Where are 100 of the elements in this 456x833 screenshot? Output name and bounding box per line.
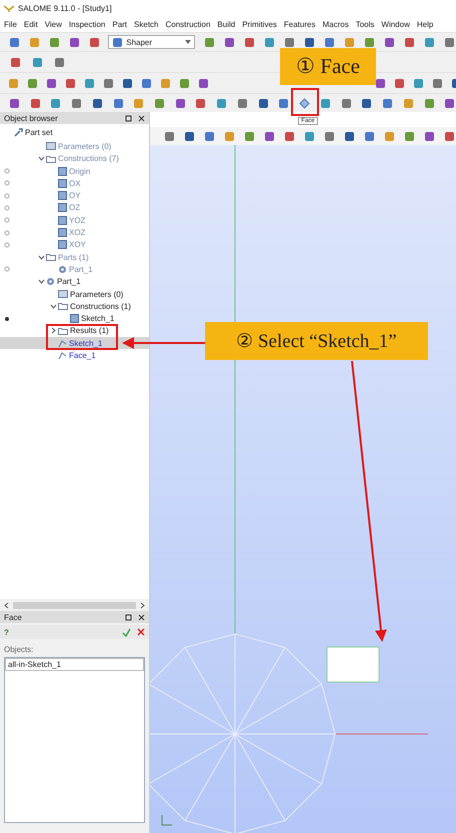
tool-icon[interactable] <box>404 36 416 48</box>
tool-icon[interactable] <box>304 130 314 142</box>
tool-icon[interactable] <box>394 78 405 88</box>
tool-icon[interactable] <box>195 98 206 108</box>
tree-row[interactable]: Part_1 <box>0 263 149 276</box>
menu-item[interactable]: Tools <box>356 20 374 29</box>
tree-row[interactable]: Part_1 <box>0 276 149 288</box>
tree-row[interactable]: Part set <box>0 126 149 138</box>
tool-icon[interactable] <box>444 98 456 108</box>
tool-icon[interactable] <box>92 98 103 108</box>
tool-icon[interactable] <box>278 98 290 108</box>
tool-icon[interactable] <box>424 36 436 48</box>
tree-row[interactable]: Constructions (7) <box>0 152 149 165</box>
menu-item[interactable]: Help <box>416 20 434 29</box>
tool-icon[interactable] <box>384 36 396 48</box>
face-tool-icon[interactable] <box>299 98 310 108</box>
chevron-down-icon[interactable] <box>38 278 44 286</box>
tree-row[interactable]: Sketch_1 <box>0 312 149 325</box>
tree-row[interactable]: XOZ <box>0 226 149 239</box>
tool-icon[interactable] <box>216 98 228 108</box>
menu-item[interactable]: Part <box>112 20 128 29</box>
close-icon[interactable] <box>137 628 145 636</box>
tree-row[interactable]: Constructions (1) <box>0 300 149 312</box>
chevron-down-icon[interactable] <box>50 302 56 310</box>
tool-icon[interactable] <box>284 36 296 48</box>
tool-icon[interactable] <box>46 78 57 88</box>
menu-item[interactable]: Window <box>381 20 410 29</box>
objects-list[interactable]: all-in-Sketch_1 <box>4 657 145 823</box>
tool-icon[interactable] <box>68 36 80 48</box>
tool-icon[interactable] <box>444 36 456 48</box>
tool-icon[interactable] <box>264 130 274 142</box>
tree-row[interactable]: Face_1 <box>0 349 149 362</box>
tool-icon[interactable] <box>304 36 316 48</box>
menu-item[interactable]: Inspection <box>68 20 106 29</box>
tool-icon[interactable] <box>424 130 434 142</box>
menu-item[interactable]: File <box>4 20 17 29</box>
tool-icon[interactable] <box>432 78 443 88</box>
menu-item[interactable]: Features <box>284 20 316 29</box>
module-selector[interactable]: Shaper <box>108 35 196 49</box>
tool-icon[interactable] <box>224 36 235 48</box>
tool-icon[interactable] <box>179 78 190 88</box>
tool-icon[interactable] <box>320 98 331 108</box>
tool-icon[interactable] <box>382 98 394 108</box>
tree-row[interactable]: Parts (1) <box>0 250 149 264</box>
tool-icon[interactable] <box>244 130 254 142</box>
tool-icon[interactable] <box>361 98 372 108</box>
menu-item[interactable]: Sketch <box>134 20 158 29</box>
tool-icon[interactable] <box>244 36 255 48</box>
tool-icon[interactable] <box>32 56 42 68</box>
tool-icon[interactable] <box>122 78 133 88</box>
tool-icon[interactable] <box>27 78 38 88</box>
tool-icon[interactable] <box>404 130 414 142</box>
tool-icon[interactable] <box>88 36 100 48</box>
tool-icon[interactable] <box>198 78 209 88</box>
tool-icon[interactable] <box>164 130 174 142</box>
tool-icon[interactable] <box>30 98 41 108</box>
visibility-icon[interactable] <box>4 316 10 322</box>
tool-icon[interactable] <box>65 78 76 88</box>
tool-icon[interactable] <box>184 130 194 142</box>
list-item[interactable]: all-in-Sketch_1 <box>5 658 144 671</box>
tree-row[interactable]: Results (1) <box>0 324 149 338</box>
menu-item[interactable]: Edit <box>24 20 38 29</box>
tool-icon[interactable] <box>8 36 20 48</box>
tree-row[interactable]: XOY <box>0 238 149 251</box>
tool-icon[interactable] <box>154 98 165 108</box>
chevron-right-icon[interactable] <box>50 327 56 334</box>
chevron-down-icon[interactable] <box>38 254 44 261</box>
tool-icon[interactable] <box>344 130 354 142</box>
menu-item[interactable]: View <box>44 20 62 29</box>
help-button[interactable]: ? <box>4 628 9 636</box>
tree-row[interactable]: OY <box>0 189 149 202</box>
tool-icon[interactable] <box>364 36 376 48</box>
tool-icon[interactable] <box>258 98 269 108</box>
module-icon[interactable] <box>112 36 124 48</box>
tool-icon[interactable] <box>112 98 124 108</box>
tree-row[interactable]: Parameters (0) <box>0 288 149 300</box>
tool-icon[interactable] <box>84 78 95 88</box>
tool-icon[interactable] <box>236 98 248 108</box>
tool-icon[interactable] <box>364 130 374 142</box>
tree-row[interactable]: OX <box>0 177 149 190</box>
close-icon[interactable] <box>138 114 145 122</box>
tool-icon[interactable] <box>204 36 215 48</box>
menu-item[interactable]: Build <box>217 20 236 29</box>
tool-icon[interactable] <box>264 36 276 48</box>
tool-icon[interactable] <box>48 36 60 48</box>
close-icon[interactable] <box>138 614 145 620</box>
tool-icon[interactable] <box>424 98 435 108</box>
menu-item[interactable]: Macros <box>322 20 349 29</box>
float-icon[interactable] <box>125 614 132 620</box>
chevron-right-icon[interactable] <box>140 602 145 608</box>
menu-item[interactable]: Construction <box>166 20 210 29</box>
menu-item[interactable]: Primitives <box>242 20 277 29</box>
tool-icon[interactable] <box>340 98 352 108</box>
tool-icon[interactable] <box>204 130 214 142</box>
tool-icon[interactable] <box>174 98 186 108</box>
tool-icon[interactable] <box>444 130 454 142</box>
tool-icon[interactable] <box>375 78 386 88</box>
tool-icon[interactable] <box>103 78 114 88</box>
tool-icon[interactable] <box>71 98 82 108</box>
float-icon[interactable] <box>125 114 132 122</box>
